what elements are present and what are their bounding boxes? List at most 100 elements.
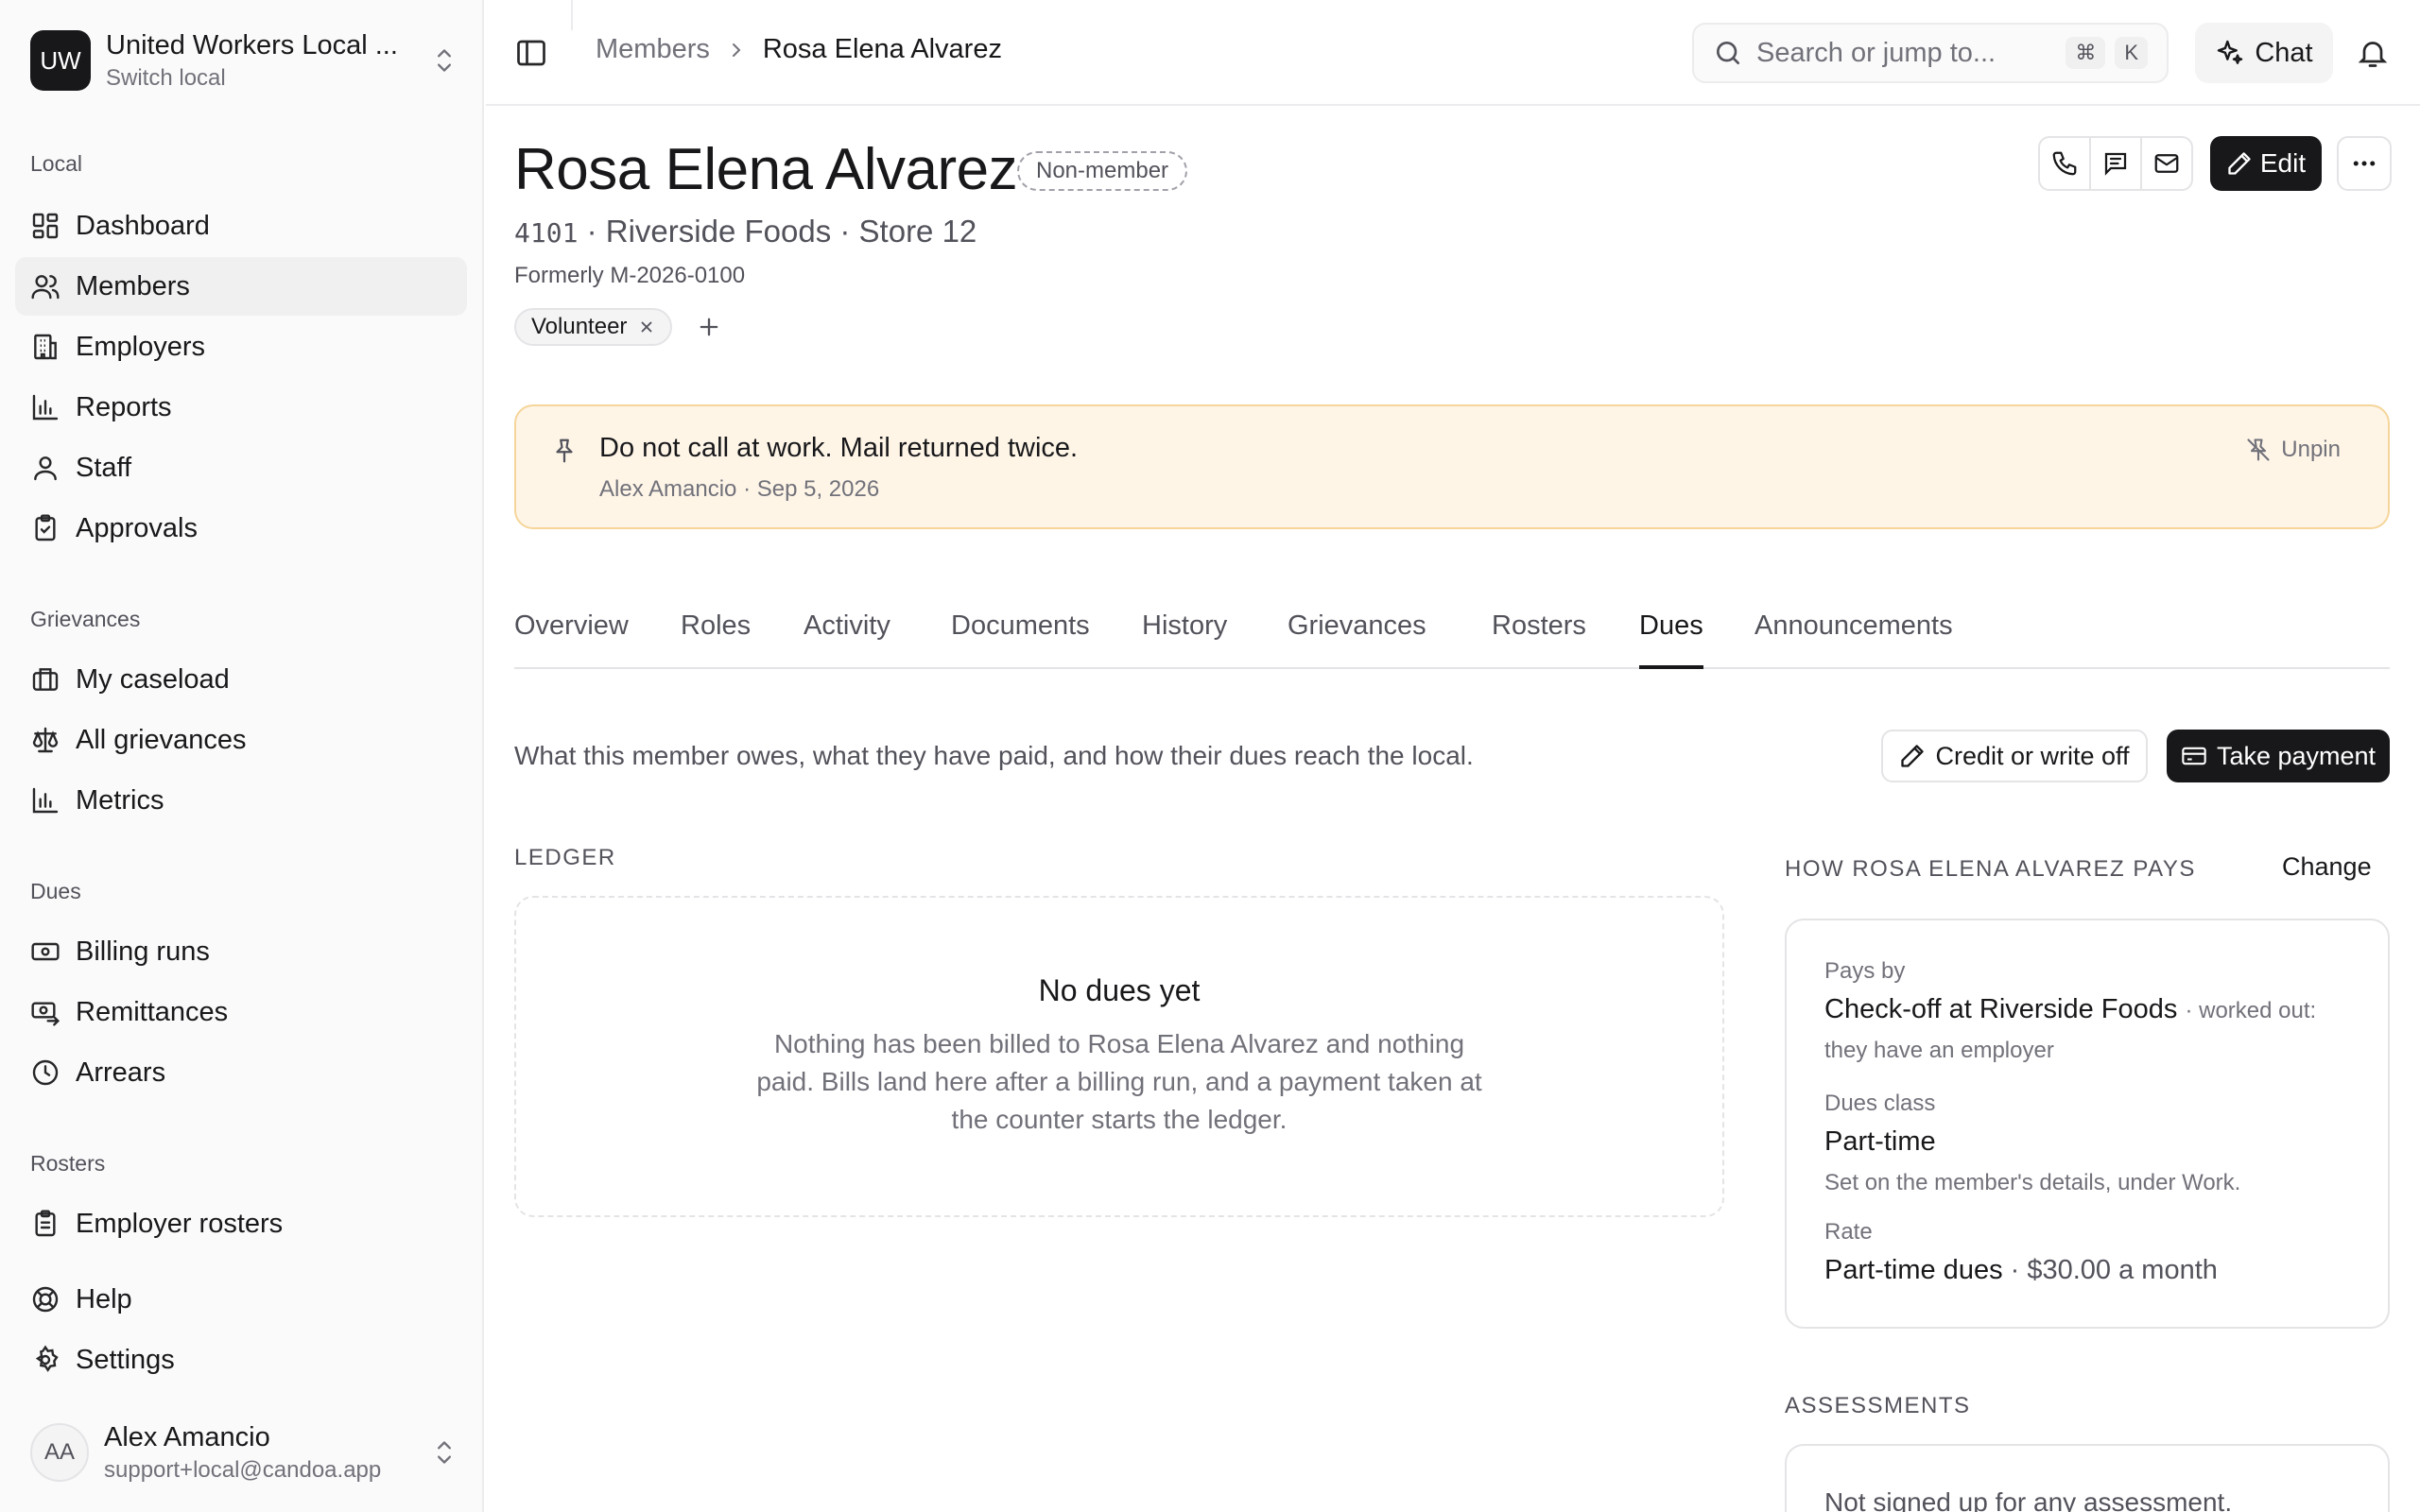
tab-announcements[interactable]: Announcements: [1754, 610, 1953, 669]
sparkles-icon: [2218, 40, 2243, 64]
tab-roles[interactable]: Roles: [681, 610, 751, 669]
bell-icon[interactable]: [2356, 36, 2390, 70]
pinned-note-date: Sep 5, 2026: [756, 476, 880, 502]
sidebar-item-remittances[interactable]: Remittances: [15, 983, 467, 1041]
sidebar-toggle-icon[interactable]: [514, 36, 548, 70]
tag-label: Volunteer: [531, 314, 628, 339]
bar-chart-icon: [32, 394, 59, 421]
sidebar-item-staff[interactable]: Staff: [15, 438, 467, 497]
tab-documents[interactable]: Documents: [951, 610, 1090, 669]
chat-label: Chat: [2255, 37, 2313, 68]
call-button[interactable]: [2040, 138, 2091, 189]
chat-button[interactable]: Chat: [2195, 23, 2333, 83]
sidebar-item-arrears[interactable]: Arrears: [15, 1043, 467, 1102]
breadcrumb-members-link[interactable]: Members: [596, 34, 710, 65]
dues-description: What this member owes, what they have pa…: [514, 741, 1474, 770]
sidebar-item-label: Metrics: [76, 784, 164, 816]
tab-overview[interactable]: Overview: [514, 610, 629, 669]
mail-icon: [2154, 154, 2179, 173]
tab-history[interactable]: History: [1142, 610, 1227, 669]
close-icon[interactable]: [638, 318, 655, 335]
clock-icon: [32, 1059, 59, 1086]
text-button[interactable]: [2091, 138, 2142, 189]
credit-write-off-button[interactable]: Credit or write off: [1881, 730, 2148, 782]
org-name: United Workers Local ...: [106, 29, 398, 60]
scale-icon: [32, 727, 59, 753]
sidebar-item-members[interactable]: Members: [15, 257, 467, 316]
sidebar-item-label: Employers: [76, 331, 205, 362]
payment-method-heading: HOW ROSA ELENA ALVAREZ PAYS: [1785, 856, 2196, 882]
pinned-note: Do not call at work. Mail returned twice…: [514, 404, 2390, 529]
sidebar-item-help[interactable]: Help: [15, 1270, 467, 1329]
clipboard-list-icon: [35, 1210, 56, 1237]
sidebar-item-metrics[interactable]: Metrics: [15, 771, 467, 830]
tab-activity[interactable]: Activity: [804, 610, 890, 669]
empty-body: Nothing has been billed to Rosa Elena Al…: [756, 1029, 1482, 1134]
edit-button[interactable]: Edit: [2210, 136, 2322, 191]
status-badge: Non-member: [1017, 151, 1188, 191]
tab-rosters[interactable]: Rosters: [1492, 610, 1586, 669]
sidebar-item-dashboard[interactable]: Dashboard: [15, 197, 467, 255]
sidebar-item-label: All grievances: [76, 724, 247, 755]
dashboard-icon: [32, 213, 59, 239]
users-icon: [31, 275, 60, 300]
sidebar: UW United Workers Local ... Switch local…: [0, 0, 484, 1512]
member-detail: Rosa Elena Alvarez Non-member 4101 · Riv…: [486, 108, 2420, 1512]
bar-chart-icon: [32, 787, 59, 814]
pin-icon: [556, 438, 573, 463]
sidebar-item-label: Settings: [76, 1344, 175, 1375]
life-buoy-icon: [32, 1286, 59, 1313]
sidebar-item-all-grievances[interactable]: All grievances: [15, 711, 467, 769]
user-menu[interactable]: AA Alex Amancio support+local@candoa.app: [30, 1418, 458, 1487]
dues-class-note: Set on the member's details, under Work.: [1824, 1170, 2241, 1195]
banknote-icon: [31, 942, 60, 961]
org-badge: UW: [30, 30, 91, 91]
user-name: Alex Amancio: [104, 1421, 270, 1452]
org-switcher[interactable]: UW United Workers Local ... Switch local: [30, 28, 458, 93]
tab-grievances[interactable]: Grievances: [1288, 610, 1426, 669]
sidebar-item-billing-runs[interactable]: Billing runs: [15, 922, 467, 981]
pinned-note-meta: Alex Amancio · Sep 5, 2026: [599, 476, 880, 502]
sidebar-item-employer-rosters[interactable]: Employer rosters: [15, 1194, 467, 1253]
sidebar-item-label: My caseload: [76, 663, 230, 695]
sidebar-item-caseload[interactable]: My caseload: [15, 650, 467, 709]
message-icon: [2104, 152, 2127, 176]
assessments-empty: Not signed up for any assessment.: [1824, 1487, 2233, 1512]
pays-by-value: Check-off at Riverside Foods · worked ou…: [1824, 994, 2316, 1025]
contact-actions: [2038, 136, 2193, 191]
building-icon: [34, 334, 57, 360]
pays-by-note: · worked out:: [2185, 998, 2317, 1023]
gear-icon: [35, 1345, 59, 1372]
clipboard-check-icon: [35, 514, 56, 541]
shortcut-key: ⌘: [2066, 37, 2106, 69]
sidebar-item-label: Arrears: [76, 1057, 166, 1088]
briefcase-icon: [32, 668, 59, 691]
sidebar-item-label: Help: [76, 1283, 132, 1314]
sidebar-item-label: Remittances: [76, 996, 229, 1027]
payment-method-card: Pays by Check-off at Riverside Foods · w…: [1785, 919, 2390, 1329]
section-grievances: Grievances: [30, 607, 141, 631]
sidebar-item-employers[interactable]: Employers: [15, 318, 467, 376]
tab-dues[interactable]: Dues: [1639, 610, 1703, 669]
change-payment-link[interactable]: Change: [2282, 852, 2372, 882]
pinned-note-author: Alex Amancio: [599, 476, 737, 502]
sidebar-item-approvals[interactable]: Approvals: [15, 499, 467, 558]
sidebar-item-settings[interactable]: Settings: [15, 1331, 467, 1389]
chevrons-up-down-icon: [438, 1441, 451, 1464]
plus-icon[interactable]: [696, 314, 722, 340]
take-payment-button[interactable]: Take payment: [2167, 730, 2390, 782]
section-rosters: Rosters: [30, 1151, 106, 1176]
more-horizontal-icon: [2353, 161, 2376, 166]
search-input[interactable]: Search or jump to... ⌘ K: [1692, 23, 2169, 83]
more-button[interactable]: [2337, 136, 2392, 191]
email-button[interactable]: [2142, 138, 2191, 189]
credit-card-icon: [2182, 747, 2206, 765]
sidebar-item-reports[interactable]: Reports: [15, 378, 467, 437]
section-dues: Dues: [30, 879, 81, 903]
sidebar-item-label: Employer rosters: [76, 1208, 284, 1239]
member-number: 4101: [514, 217, 579, 249]
unpin-button[interactable]: Unpin: [2245, 437, 2341, 463]
ledger-empty-state: No dues yet Nothing has been billed to R…: [514, 896, 1724, 1217]
sidebar-item-label: Dashboard: [76, 210, 210, 241]
member-unit: Store 12: [858, 214, 977, 249]
